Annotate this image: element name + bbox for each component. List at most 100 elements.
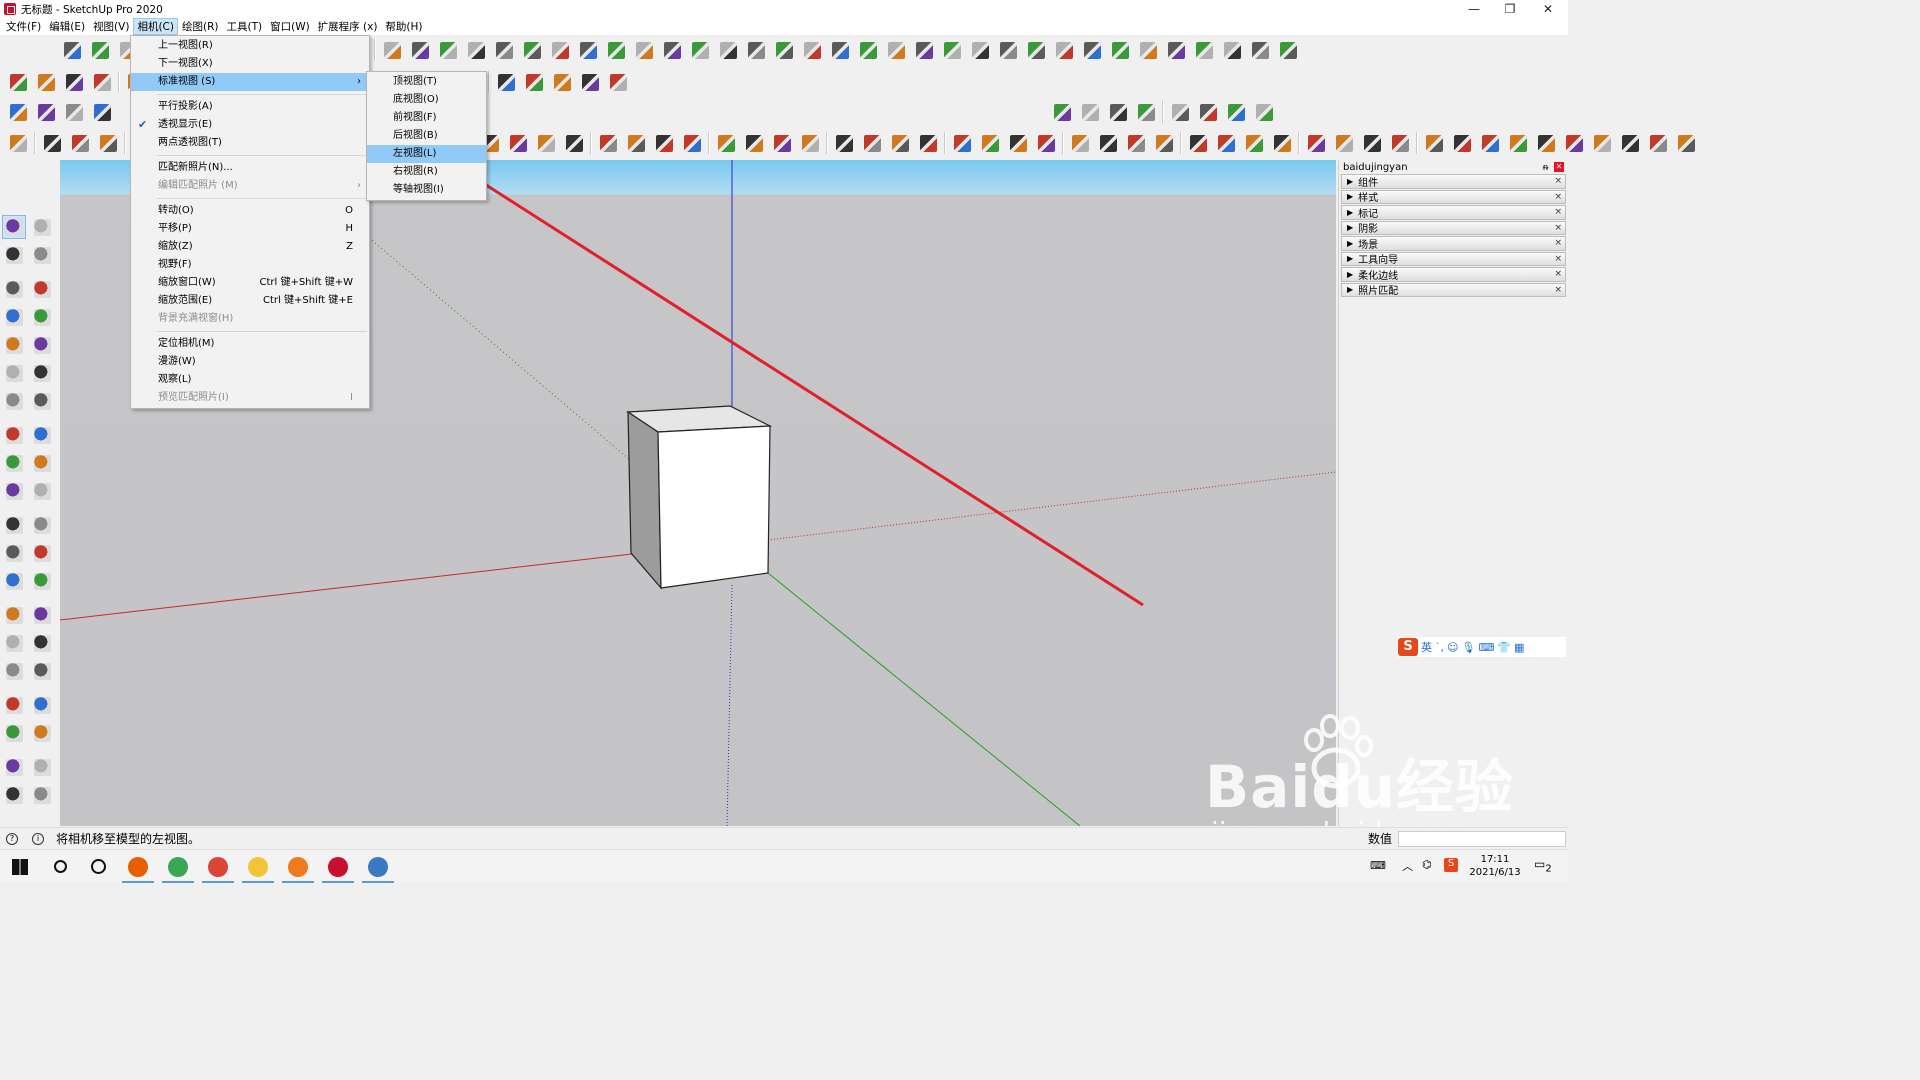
menu-7[interactable]: 扩展程序 (x) [314, 18, 382, 35]
left-tool-icon[interactable] [2, 513, 26, 537]
toolbar-tool-icon[interactable] [606, 70, 630, 94]
camera-menu-item[interactable]: ✔ 透视显示(E) [131, 116, 369, 134]
toolbar-tool-icon[interactable] [436, 38, 460, 62]
camera-menu-item[interactable]: 匹配新照片(N)... [131, 159, 369, 177]
toolbar-tool-icon[interactable] [464, 38, 488, 62]
toolbar-tool-icon[interactable] [860, 131, 884, 155]
expand-triangle-icon[interactable]: ▶ [1347, 270, 1353, 279]
toolbar-tool-icon[interactable] [1052, 38, 1076, 62]
toolbar-tool-icon[interactable] [1422, 131, 1446, 155]
toolbar-tool-icon[interactable] [604, 38, 628, 62]
tray-item[interactable]: ▶ 柔化边线 × [1341, 267, 1566, 282]
camera-menu-item[interactable]: 缩放窗口(W) Ctrl 键+Shift 键+W [131, 274, 369, 292]
toolbar-tool-icon[interactable] [1136, 38, 1160, 62]
toolbar-tool-icon[interactable] [1124, 131, 1148, 155]
expand-triangle-icon[interactable]: ▶ [1347, 177, 1353, 186]
toolbar-tool-icon[interactable] [1618, 131, 1642, 155]
notification-icon[interactable]: ▭2 [1534, 857, 1552, 874]
toolbar-tool-icon[interactable] [380, 38, 404, 62]
left-tool-icon[interactable] [30, 479, 54, 503]
info-icon[interactable]: i [32, 832, 44, 845]
menu-4[interactable]: 绘图(R) [178, 18, 223, 35]
toolbar-tool-icon[interactable] [1224, 100, 1248, 124]
left-tool-icon[interactable] [2, 333, 26, 357]
punctuation-icon[interactable]: ˙, [1435, 641, 1444, 654]
left-tool-icon[interactable] [30, 659, 54, 683]
left-tool-icon[interactable] [30, 721, 54, 745]
expand-triangle-icon[interactable]: ▶ [1347, 254, 1353, 263]
toolbar-tool-icon[interactable] [714, 131, 738, 155]
toolbar-tool-icon[interactable] [632, 38, 656, 62]
standard-view-item[interactable]: 等轴视图(I) [367, 181, 486, 199]
toolbar-tool-icon[interactable] [1220, 38, 1244, 62]
toolbar-tool-icon[interactable] [1590, 131, 1614, 155]
toolbar-tool-icon[interactable] [520, 38, 544, 62]
camera-menu-item[interactable]: 下一视图(X) [131, 55, 369, 73]
network-icon[interactable]: ⌬ [1422, 858, 1432, 871]
toolbar-tool-icon[interactable] [34, 70, 58, 94]
toolbar-tool-icon[interactable] [1024, 38, 1048, 62]
tray-item-close-icon[interactable]: × [1554, 238, 1562, 248]
left-tool-icon[interactable] [30, 423, 54, 447]
toolbar-tool-icon[interactable] [1164, 38, 1188, 62]
tray-close-button[interactable]: ✕ [1554, 162, 1564, 172]
left-tool-icon[interactable] [2, 389, 26, 413]
toolbar-tool-icon[interactable] [576, 38, 600, 62]
camera-menu-item[interactable]: 两点透视图(T) [131, 134, 369, 152]
camera-menu-item[interactable]: 视野(F) [131, 256, 369, 274]
toolbar-tool-icon[interactable] [62, 100, 86, 124]
toolbar-tool-icon[interactable] [660, 38, 684, 62]
toolbar-tool-icon[interactable] [596, 131, 620, 155]
toolbox-icon[interactable]: ▦ [1514, 641, 1524, 654]
left-tool-icon[interactable] [2, 631, 26, 655]
toolbar-tool-icon[interactable] [492, 38, 516, 62]
expand-triangle-icon[interactable]: ▶ [1347, 208, 1353, 217]
toolbar-tool-icon[interactable] [62, 70, 86, 94]
camera-menu-item[interactable]: 定位相机(M) [131, 335, 369, 353]
tray-item[interactable]: ▶ 阴影 × [1341, 220, 1566, 235]
skin-icon[interactable]: 👕 [1497, 641, 1511, 654]
menu-0[interactable]: 文件(F) [2, 18, 45, 35]
toolbar-tool-icon[interactable] [680, 131, 704, 155]
toolbar-tool-icon[interactable] [96, 131, 120, 155]
search-icon[interactable] [40, 850, 80, 883]
toolbar-tool-icon[interactable] [1332, 131, 1356, 155]
ime-toolbar[interactable]: S 英 ˙, ☺ 🎙 ⌨ 👕 ▦ [1398, 637, 1566, 657]
toolbar-tool-icon[interactable] [1360, 131, 1384, 155]
toolbar-tool-icon[interactable] [1192, 38, 1216, 62]
sketchup-icon[interactable] [318, 850, 358, 883]
keyboard-icon[interactable]: ⌨ [1478, 641, 1494, 654]
pin-icon[interactable]: ᵰ [1543, 162, 1548, 173]
left-tool-icon[interactable] [2, 721, 26, 745]
toolbar-tool-icon[interactable] [624, 131, 648, 155]
toolbar-tool-icon[interactable] [534, 131, 558, 155]
toolbar-tool-icon[interactable] [772, 38, 796, 62]
system-clock[interactable]: 17:11 2021/6/13 [1466, 853, 1524, 879]
left-tool-icon[interactable] [2, 479, 26, 503]
left-tool-icon[interactable] [2, 541, 26, 565]
toolbar-tool-icon[interactable] [652, 131, 676, 155]
menu-1[interactable]: 编辑(E) [45, 18, 89, 35]
browser-green-icon[interactable] [158, 850, 198, 883]
camera-menu-item[interactable]: 缩放(Z) Z [131, 238, 369, 256]
standard-view-item[interactable]: 左视图(L) [367, 145, 486, 163]
left-tool-icon[interactable] [30, 277, 54, 301]
toolbar-tool-icon[interactable] [1562, 131, 1586, 155]
toolbar-tool-icon[interactable] [688, 38, 712, 62]
toolbar-tool-icon[interactable] [506, 131, 530, 155]
camera-menu-item[interactable]: 观察(L) [131, 371, 369, 389]
left-tool-icon[interactable] [30, 361, 54, 385]
camera-menu-item[interactable]: 平移(P) H [131, 220, 369, 238]
minimize-button[interactable]: — [1454, 0, 1494, 18]
left-tool-icon[interactable] [30, 693, 54, 717]
toolbar-tool-icon[interactable] [578, 70, 602, 94]
toolbar-tool-icon[interactable] [1078, 100, 1102, 124]
left-tool-icon[interactable] [2, 659, 26, 683]
toolbar-tool-icon[interactable] [1106, 100, 1130, 124]
geolocation-icon[interactable]: ? [6, 832, 18, 845]
orange-browser-icon[interactable] [278, 850, 318, 883]
left-tool-icon[interactable] [2, 783, 26, 807]
left-tool-icon[interactable] [30, 451, 54, 475]
toolbar-tool-icon[interactable] [90, 70, 114, 94]
toolbar-tool-icon[interactable] [888, 131, 912, 155]
